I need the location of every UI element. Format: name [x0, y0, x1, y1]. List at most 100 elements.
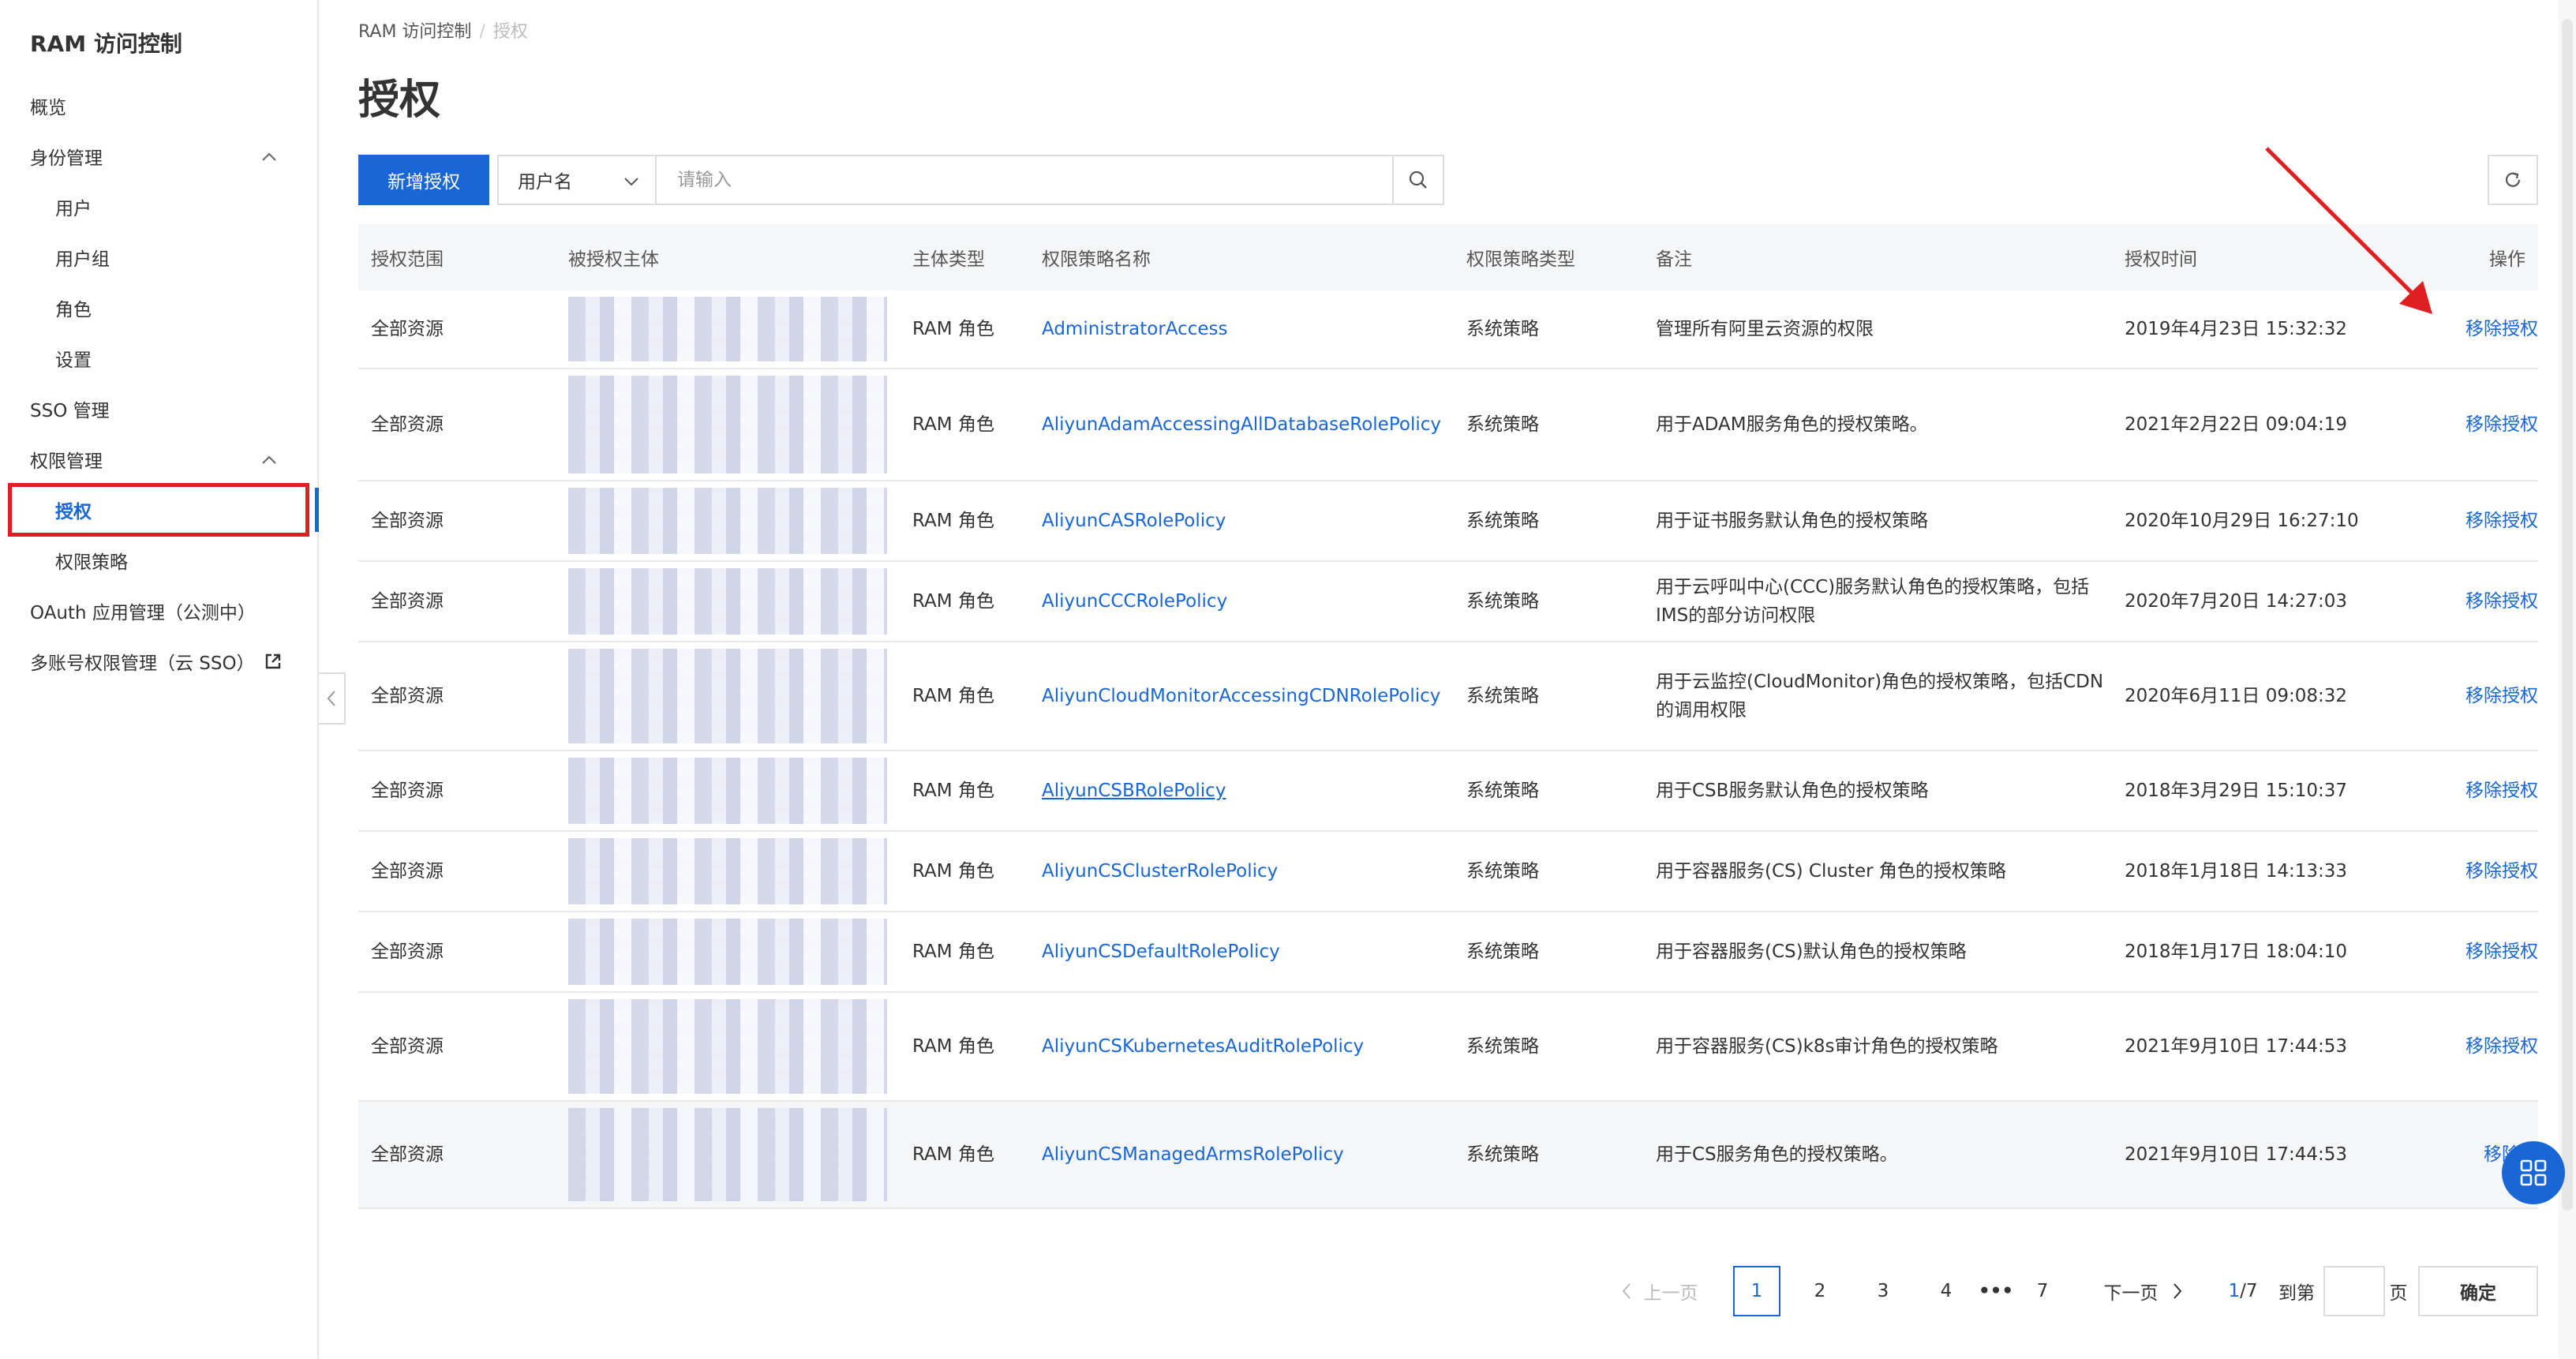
- chevron-up-icon[interactable]: [260, 148, 278, 166]
- page-4-button[interactable]: 4: [1923, 1266, 1970, 1316]
- search-button[interactable]: [1392, 155, 1444, 205]
- cell-note: 用于容器服务(CS)k8s审计角色的授权策略: [1656, 1036, 1998, 1057]
- principal-redacted[interactable]: [568, 488, 887, 554]
- policy-name-link[interactable]: AliyunCSBRolePolicy: [1042, 751, 1460, 830]
- table-row: 全部资源 RAM 角色 AliyunCSClusterRolePolicy 系统策略 用…: [358, 832, 2538, 912]
- principal-redacted[interactable]: [568, 758, 887, 824]
- sidebar-title: RAM 访问控制: [30, 31, 182, 57]
- policy-name-link[interactable]: AliyunCloudMonitorAccessingCDNRolePolicy: [1042, 642, 1460, 750]
- filter-type-select[interactable]: 用户名: [497, 155, 657, 205]
- remove-grant-link[interactable]: 移除授权: [2450, 369, 2538, 480]
- principal-redacted[interactable]: [568, 568, 887, 635]
- cell-policy-type: 系统策略: [1466, 414, 1539, 435]
- sidebar-item-settings[interactable]: 设置: [55, 336, 92, 380]
- cell-time: 2020年6月11日 09:08:32: [2125, 686, 2348, 706]
- table-header: 授权范围 被授权主体 主体类型 权限策略名称 权限策略类型 备注 授权时间 操作: [358, 224, 2538, 290]
- cell-scope: 全部资源: [371, 781, 444, 801]
- page-3-button[interactable]: 3: [1859, 1266, 1907, 1316]
- remove-grant-link[interactable]: 移除授权: [2450, 912, 2538, 991]
- cell-note: 用于CSB服务默认角色的授权策略: [1656, 781, 1929, 801]
- page-indicator: 1/7: [2219, 1266, 2267, 1316]
- sidebar-item-sso[interactable]: SSO 管理: [30, 387, 110, 431]
- chevron-left-icon: [327, 691, 335, 706]
- page-indicator-total: /7: [2240, 1281, 2258, 1301]
- table-row: 全部资源 RAM 角色 AliyunCSKubernetesAuditRolePol…: [358, 993, 2538, 1102]
- goto-label: 到第: [2278, 1283, 2315, 1304]
- policy-name-link[interactable]: AliyunCSClusterRolePolicy: [1042, 832, 1460, 911]
- column-header-time: 授权时间: [2125, 249, 2197, 270]
- table-row: 全部资源 RAM 角色 AdministratorAccess 系统策略 管理所有阿里云…: [358, 290, 2538, 369]
- cell-scope: 全部资源: [371, 511, 444, 531]
- remove-grant-link[interactable]: 移除授权: [2450, 832, 2538, 911]
- cell-note: 用于证书服务默认角色的授权策略: [1656, 511, 1928, 531]
- principal-redacted[interactable]: [568, 838, 887, 904]
- sidebar: RAM 访问控制 概览 身份管理 用户 用户组 角色 设置 SSO 管理 权限管…: [0, 0, 319, 1359]
- search-icon: [1409, 170, 1427, 189]
- cell-policy-type: 系统策略: [1466, 511, 1539, 531]
- policy-name-link[interactable]: AdministratorAccess: [1042, 290, 1460, 368]
- external-link-icon: [265, 653, 280, 669]
- next-page-label: 下一页: [2103, 1283, 2159, 1304]
- principal-redacted[interactable]: [568, 999, 887, 1094]
- policy-name-link[interactable]: AliyunCSManagedArmsRolePolicy: [1042, 1102, 1460, 1207]
- sidebar-item-identity[interactable]: 身份管理: [30, 134, 103, 178]
- page-title: 授权: [358, 77, 441, 124]
- principal-redacted[interactable]: [568, 297, 887, 361]
- remove-grant-link[interactable]: 移除授权: [2450, 993, 2538, 1100]
- sidebar-item-policies[interactable]: 权限策略: [55, 538, 128, 582]
- principal-redacted[interactable]: [568, 919, 887, 985]
- remove-grant-link[interactable]: 移除授权: [2450, 642, 2538, 750]
- policy-name-link[interactable]: AliyunAdamAccessingAllDatabaseRolePolicy: [1042, 369, 1460, 480]
- table-row: 全部资源 RAM 角色 AliyunCloudMonitorAccessingCDN…: [358, 642, 2538, 751]
- remove-grant-link[interactable]: 移除授权: [2450, 290, 2538, 368]
- policy-name-link[interactable]: AliyunCASRolePolicy: [1042, 481, 1460, 560]
- quick-menu-button[interactable]: [2502, 1141, 2565, 1204]
- sidebar-item-user-groups[interactable]: 用户组: [55, 235, 110, 279]
- policy-name-link[interactable]: AliyunCSKubernetesAuditRolePolicy: [1042, 993, 1460, 1100]
- page-1-button[interactable]: 1: [1733, 1266, 1780, 1316]
- sidebar-item-grants[interactable]: 授权: [55, 488, 92, 532]
- remove-grant-link[interactable]: 移除授权: [2450, 751, 2538, 830]
- page-ellipsis[interactable]: •••: [1970, 1266, 2022, 1316]
- goto-page-input[interactable]: [2323, 1266, 2385, 1316]
- policy-name-link[interactable]: AliyunCSDefaultRolePolicy: [1042, 912, 1460, 991]
- sidebar-item-users[interactable]: 用户: [55, 185, 92, 229]
- cell-principal-type: RAM 角色: [912, 861, 994, 882]
- add-grant-button[interactable]: 新增授权: [358, 155, 489, 205]
- cell-scope: 全部资源: [371, 591, 444, 612]
- breadcrumb: RAM 访问控制 / 授权: [358, 22, 528, 42]
- scrollbar-thumb[interactable]: [2562, 19, 2573, 1211]
- cell-note: 用于云监控(CloudMonitor)角色的授权策略，包括CDN的调用权限: [1656, 672, 2104, 721]
- prev-page-button[interactable]: 上一页: [1612, 1266, 1706, 1316]
- chevron-up-icon[interactable]: [260, 451, 278, 469]
- sidebar-item-label: 多账号权限管理（云 SSO）: [30, 653, 255, 674]
- grid-icon: [2520, 1159, 2547, 1186]
- remove-grant-link[interactable]: 移除授权: [2450, 481, 2538, 560]
- goto-confirm-button[interactable]: 确定: [2418, 1266, 2538, 1316]
- remove-grant-link[interactable]: 移除授权: [2450, 562, 2538, 641]
- sidebar-item-overview[interactable]: 概览: [30, 84, 66, 128]
- cell-time: 2021年9月10日 17:44:53: [2125, 1036, 2348, 1057]
- policy-name-link[interactable]: AliyunCCCRolePolicy: [1042, 562, 1460, 641]
- sidebar-item-cloud-sso[interactable]: 多账号权限管理（云 SSO）: [30, 639, 282, 683]
- cell-principal-type: RAM 角色: [912, 319, 994, 339]
- cell-principal-type: RAM 角色: [912, 781, 994, 801]
- page-7-button[interactable]: 7: [2019, 1266, 2066, 1316]
- principal-redacted[interactable]: [568, 376, 887, 474]
- cell-principal-type: RAM 角色: [912, 942, 994, 962]
- sidebar-item-oauth[interactable]: OAuth 应用管理（公测中）: [30, 589, 256, 633]
- sidebar-item-permissions[interactable]: 权限管理: [30, 437, 103, 481]
- page-2-button[interactable]: 2: [1796, 1266, 1844, 1316]
- principal-redacted[interactable]: [568, 649, 887, 743]
- cell-note: 管理所有阿里云资源的权限: [1656, 319, 1874, 339]
- next-page-button[interactable]: 下一页: [2088, 1266, 2199, 1316]
- sidebar-item-roles[interactable]: 角色: [55, 286, 92, 330]
- search-input[interactable]: [657, 155, 1394, 205]
- cell-policy-type: 系统策略: [1466, 942, 1539, 962]
- breadcrumb-root[interactable]: RAM 访问控制: [358, 22, 471, 42]
- principal-redacted[interactable]: [568, 1108, 887, 1201]
- refresh-button[interactable]: [2488, 155, 2538, 205]
- column-header-scope: 授权范围: [371, 249, 444, 270]
- sidebar-collapse-toggle[interactable]: [319, 672, 346, 724]
- cell-note: 用于ADAM服务角色的授权策略。: [1656, 414, 1928, 435]
